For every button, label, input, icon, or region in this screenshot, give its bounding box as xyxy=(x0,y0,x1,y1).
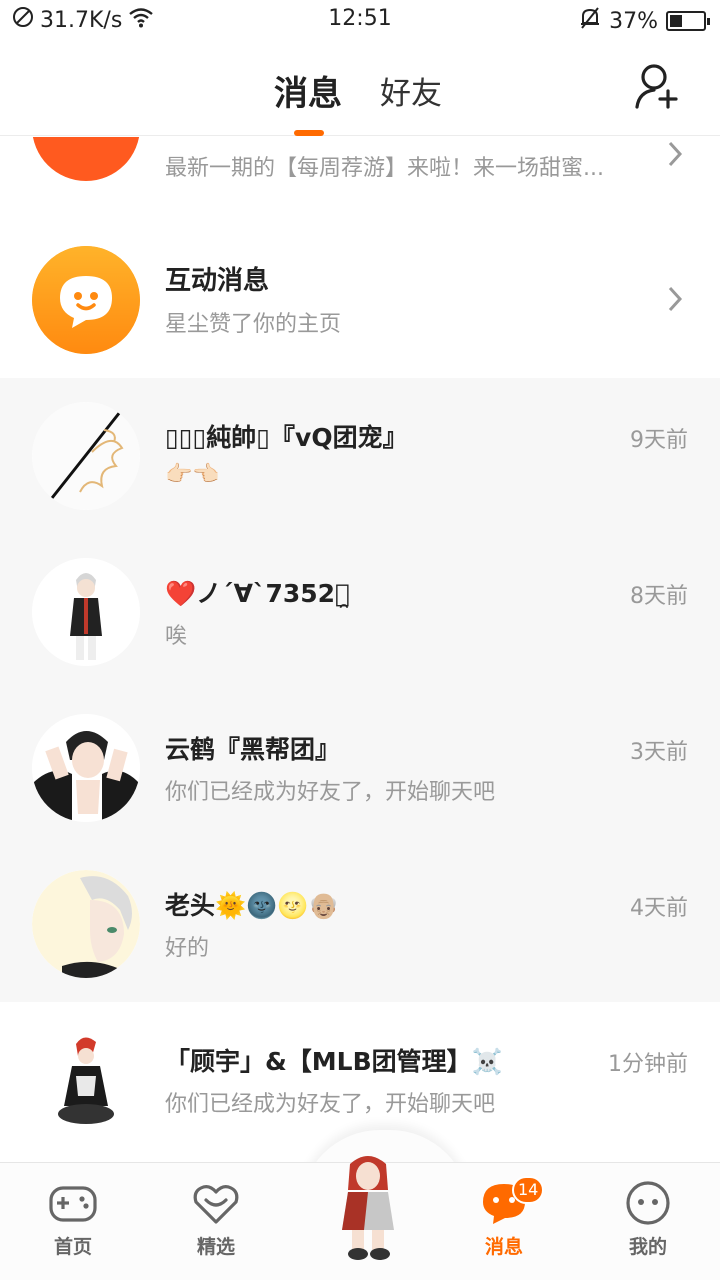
chevron-right-icon xyxy=(668,286,683,312)
tab-messages[interactable]: 消息 xyxy=(274,66,342,115)
user-avatar xyxy=(32,714,140,822)
user-avatar xyxy=(32,402,140,510)
interaction-title: 互动消息 xyxy=(165,266,270,296)
battery-percent: 37% xyxy=(609,8,658,34)
official-preview: 最新一期的【每周荐游】来啦！来一场甜蜜... xyxy=(165,156,604,181)
center-character-button[interactable] xyxy=(328,1150,408,1262)
smile-bubble-icon xyxy=(32,246,140,354)
chat-name: ❤️ノ´∀`7352っ̯ xyxy=(165,579,351,608)
official-233-avatar: 233 xyxy=(32,137,140,181)
chat-preview: 你们已经成为好友了，开始聊天吧 xyxy=(165,1092,496,1117)
interaction-avatar xyxy=(32,246,140,354)
nav-profile-label: 我的 xyxy=(628,1236,667,1258)
unread-badge: 14 xyxy=(512,1176,545,1204)
chat-preview: 你们已经成为好友了，开始聊天吧 xyxy=(165,780,496,805)
nav-featured[interactable]: 精选 xyxy=(166,1180,266,1259)
chat-time: 3天前 xyxy=(630,740,688,765)
battery-icon xyxy=(666,11,710,31)
header: 消息 好友 xyxy=(0,40,720,136)
clock: 12:51 xyxy=(328,6,392,31)
chat-preview: 好的 xyxy=(165,936,210,961)
active-tab-indicator xyxy=(294,130,324,136)
chat-row[interactable]: ▯▯▯純帥▯『vQ团宠』 👉🏻👈🏻 9天前 xyxy=(0,378,720,534)
chat-row[interactable]: ❤️ノ´∀`7352っ̯ 唉 8天前 xyxy=(0,534,720,690)
add-person-icon xyxy=(635,64,678,109)
nav-profile[interactable]: 我的 xyxy=(598,1180,698,1259)
chat-name: 老头🌞🌚🌝👴🏼 xyxy=(165,891,340,920)
user-avatar xyxy=(32,1026,140,1134)
chat-preview: 唉 xyxy=(165,624,188,649)
nav-featured-label: 精选 xyxy=(196,1236,235,1258)
nav-home-label: 首页 xyxy=(53,1236,92,1258)
chat-preview: 👉🏻👈🏻 xyxy=(165,462,220,487)
chat-time: 9天前 xyxy=(630,428,688,453)
face-icon xyxy=(626,1181,670,1225)
chat-time: 8天前 xyxy=(630,584,688,609)
list-item-interaction[interactable]: 互动消息 星尘赞了你的主页 xyxy=(0,222,720,378)
user-avatar xyxy=(32,870,140,978)
tab-friends[interactable]: 好友 xyxy=(380,68,442,113)
mute-bell-icon xyxy=(579,6,601,36)
character-icon xyxy=(342,1156,394,1260)
interaction-preview: 星尘赞了你的主页 xyxy=(165,312,342,337)
user-avatar xyxy=(32,558,140,666)
chat-name: 「顾宇」&【MLB团管理】☠️ xyxy=(165,1047,503,1076)
chat-time: 1分钟前 xyxy=(608,1052,688,1077)
chat-name: 云鹤『黑帮团』 xyxy=(165,735,341,764)
gamepad-icon xyxy=(49,1186,97,1222)
heart-gem-icon xyxy=(193,1185,239,1224)
chat-row[interactable]: 云鹤『黑帮团』 你们已经成为好友了，开始聊天吧 3天前 xyxy=(0,690,720,846)
add-friend-button[interactable] xyxy=(634,62,680,110)
message-list: 233 最新一期的【每周荐游】来啦！来一场甜蜜... 互动消息 星尘赞了你的主页 xyxy=(0,137,720,1162)
nav-home[interactable]: 首页 xyxy=(23,1180,123,1259)
chat-row[interactable]: 老头🌞🌚🌝👴🏼 好的 4天前 xyxy=(0,846,720,1002)
status-bar: 31.7K/s 12:51 37% xyxy=(0,0,720,40)
chat-name: ▯▯▯純帥▯『vQ团宠』 xyxy=(165,423,408,452)
list-item-official[interactable]: 233 最新一期的【每周荐游】来啦！来一场甜蜜... xyxy=(0,137,720,207)
chat-time: 4天前 xyxy=(630,896,688,921)
nav-messages-label: 消息 xyxy=(484,1236,523,1258)
chevron-right-icon xyxy=(668,141,683,167)
